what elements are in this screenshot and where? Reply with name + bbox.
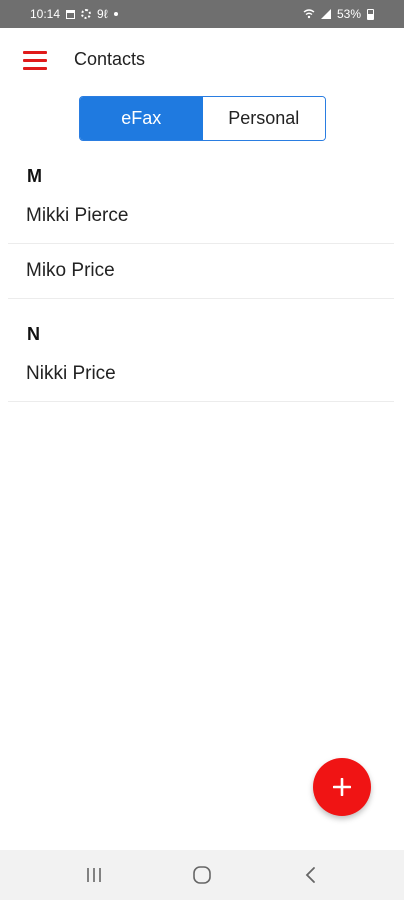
contact-nikki-price[interactable]: Nikki Price [8, 347, 394, 402]
system-nav-bar [0, 850, 404, 900]
tab-efax[interactable]: eFax [80, 97, 203, 140]
contact-miko-price[interactable]: Miko Price [8, 244, 394, 299]
page-title: Contacts [74, 49, 146, 69]
recents-icon[interactable] [74, 855, 114, 895]
app-bar: Contacts [0, 28, 404, 92]
dot-icon [113, 12, 118, 16]
home-icon[interactable] [182, 855, 222, 895]
back-icon[interactable] [290, 855, 330, 895]
settings-icon [81, 9, 92, 19]
calendar-icon [66, 9, 76, 19]
contacts-tab-switcher: eFax Personal [79, 96, 326, 141]
section-header-n: N [27, 324, 40, 344]
battery-icon [367, 8, 374, 20]
status-right: 53% [303, 7, 374, 21]
status-bar: 10:14 9ℓ 53% [0, 0, 404, 28]
add-contact-button[interactable] [313, 758, 371, 816]
signal-icon [320, 9, 331, 19]
wifi-icon [303, 9, 315, 19]
hamburger-menu-icon[interactable] [18, 46, 52, 74]
status-left: 10:14 9ℓ [30, 7, 118, 21]
section-header-m: M [27, 166, 42, 186]
plus-icon [333, 778, 351, 796]
contact-mikki-pierce[interactable]: Mikki Pierce [8, 189, 394, 244]
battery-percent: 53% [336, 7, 361, 21]
status-time: 10:14 [30, 7, 61, 21]
notification-text: 9ℓ [97, 7, 108, 21]
tab-personal[interactable]: Personal [202, 97, 325, 140]
